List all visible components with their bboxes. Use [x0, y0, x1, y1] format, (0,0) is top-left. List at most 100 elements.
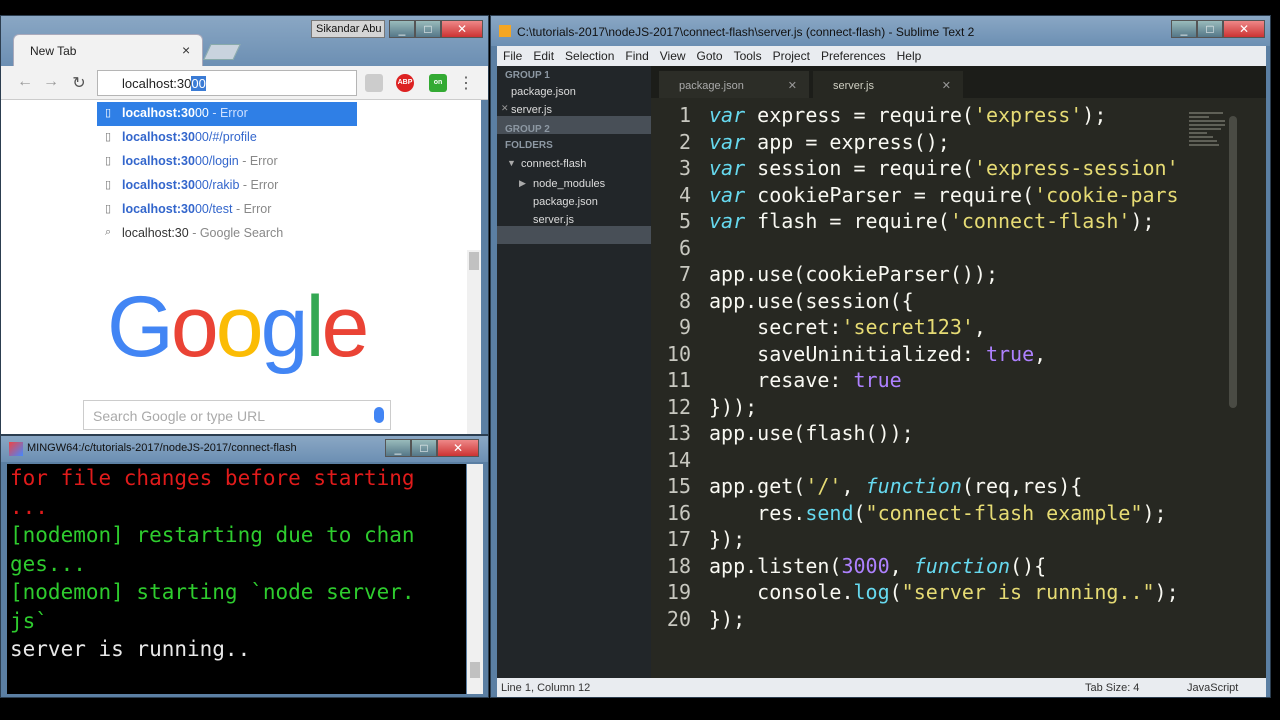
address-bar[interactable]: localhost:3000	[97, 70, 357, 96]
code-line: var express = require('express');	[709, 102, 1249, 129]
code-token: (	[889, 580, 902, 604]
terminal-line: for file changes before starting	[10, 466, 415, 490]
terminal-scroll-thumb[interactable]	[470, 662, 480, 678]
code-line: app.get('/', function(req,res){	[709, 473, 1249, 500]
suggestion-item[interactable]: ▯ localhost:3000/#/profile	[97, 126, 357, 150]
menu-edit[interactable]: Edit	[527, 46, 559, 63]
terminal-scrollbar[interactable]	[467, 464, 483, 694]
code-token: var	[709, 103, 746, 127]
code-token: var	[709, 156, 746, 180]
forward-icon[interactable]: →	[41, 73, 61, 91]
suggestion-item[interactable]: ▯ localhost:3000/login - Error	[97, 150, 357, 174]
menu-icon[interactable]: ⋮	[456, 73, 476, 93]
toggle-extension-icon[interactable]: on	[429, 74, 447, 92]
terminal-minimize-button[interactable]: _	[385, 439, 411, 457]
code-line: saveUninitialized: true,	[709, 341, 1249, 368]
code-token: 3000	[841, 553, 890, 578]
suggestion-rest: 00/test	[194, 202, 233, 216]
code-token: ,	[841, 474, 866, 498]
sidebar-file-server-js[interactable]: server.js	[533, 214, 574, 226]
new-tab-button[interactable]	[203, 44, 241, 60]
menu-goto[interactable]: Goto	[691, 46, 728, 63]
sidebar-folder-node-modules[interactable]: node_modules	[533, 178, 605, 190]
menu-help[interactable]: Help	[891, 46, 927, 63]
terminal-output[interactable]: for file changes before starting... [node…	[7, 464, 466, 694]
suggestion-note: - Error	[232, 202, 272, 216]
code-token: secret:	[709, 315, 842, 339]
tab-close-icon[interactable]: ✕	[942, 79, 951, 92]
code-line: app.use(cookieParser());	[709, 261, 1249, 288]
tab-new-tab[interactable]: New Tab ×	[13, 34, 203, 66]
suggestion-search[interactable]: ⌕ localhost:30 - Google Search	[97, 222, 357, 246]
reload-icon[interactable]: ↻	[69, 73, 89, 93]
code-line: app.use(session({	[709, 288, 1249, 315]
code-token: 'secret123'	[841, 315, 974, 339]
sidebar-open-server-js[interactable]: server.js	[511, 104, 552, 116]
editor-close-button[interactable]: ✕	[1223, 20, 1265, 38]
code-area[interactable]: var express = require('express'); var app…	[709, 102, 1249, 632]
line-number: 8	[678, 288, 691, 313]
folder-expand-icon[interactable]: ▼	[507, 158, 516, 168]
suggestion-item[interactable]: ▯ localhost:3000/rakib - Error	[97, 174, 357, 198]
logo-letter: o	[170, 279, 219, 375]
menu-find[interactable]: Find	[619, 46, 653, 63]
scrollbar-thumb[interactable]	[469, 252, 479, 270]
terminal-line: js`	[10, 608, 48, 633]
tab-close-icon[interactable]: ✕	[788, 79, 797, 92]
menu-view[interactable]: View	[654, 46, 691, 63]
code-line: app.listen(3000, function(){	[709, 553, 1249, 580]
menu-file[interactable]: File	[497, 46, 527, 63]
search-input[interactable]: Search Google or type URL	[83, 400, 391, 430]
logo-letter: e	[321, 279, 370, 375]
terminal-close-button[interactable]: ✕	[437, 439, 479, 457]
menu-selection[interactable]: Selection	[559, 46, 619, 63]
menu-preferences[interactable]: Preferences	[815, 46, 891, 63]
code-token: 'connect-flash'	[949, 209, 1131, 233]
search-icon: ⌕	[105, 226, 112, 238]
extension-icon[interactable]	[365, 74, 383, 92]
tab-close-icon[interactable]: ×	[182, 42, 190, 58]
menu-project[interactable]: Project	[767, 46, 815, 63]
sidebar-folder-file-highlight	[497, 226, 651, 244]
status-tab-size[interactable]: Tab Size: 4	[1085, 682, 1139, 694]
tab-server-js[interactable]: server.js ✕	[813, 71, 963, 98]
maximize-button[interactable]: □	[415, 20, 441, 38]
code-token: app.listen(	[709, 553, 842, 578]
tab-package-json[interactable]: package.json ✕	[659, 71, 809, 98]
code-editor[interactable]: package.json ✕ server.js ✕ 1 2 3 4 5 6 7 8 9 10 11 12…	[651, 66, 1266, 686]
suggestion-item[interactable]: ▯ localhost:3000/test - Error	[97, 198, 357, 222]
minimize-button[interactable]: _	[389, 20, 415, 38]
editor-minimize-button[interactable]: _	[1171, 20, 1197, 38]
editor-scrollbar[interactable]	[1229, 116, 1237, 408]
line-number: 10	[666, 341, 691, 366]
back-icon[interactable]: ←	[15, 73, 35, 91]
editor-tabbar: package.json ✕ server.js ✕	[651, 66, 1266, 98]
code-token: log	[853, 580, 890, 604]
terminal-maximize-button[interactable]: □	[411, 439, 437, 457]
status-syntax[interactable]: JavaScript	[1187, 682, 1238, 694]
code-token: app = express();	[745, 129, 950, 154]
code-line: var app = express();	[709, 129, 1249, 156]
sidebar-folder-connect-flash[interactable]: connect-flash	[521, 158, 586, 170]
close-button[interactable]: ✕	[441, 20, 483, 38]
code-line: });	[709, 606, 1249, 633]
code-token: '/'	[805, 474, 842, 498]
suggestion-note: - Google Search	[188, 226, 284, 240]
sidebar-file-package-json[interactable]: package.json	[533, 196, 598, 208]
folder-collapse-icon[interactable]: ▶	[519, 178, 526, 189]
code-line: res.send("connect-flash example");	[709, 500, 1249, 527]
close-icon[interactable]: ✕	[501, 103, 509, 114]
microphone-icon[interactable]	[374, 407, 384, 423]
editor-maximize-button[interactable]: □	[1197, 20, 1223, 38]
line-number: 9	[678, 315, 691, 339]
menu-tools[interactable]: Tools	[728, 46, 767, 63]
sidebar-open-package-json[interactable]: package.json	[511, 86, 576, 98]
page-scrollbar[interactable]	[467, 250, 481, 434]
profile-badge[interactable]: Sikandar Abu	[311, 20, 385, 38]
adblock-icon[interactable]: ABP	[396, 74, 414, 92]
suggestion-item[interactable]: ▯ localhost:3000 - Error	[97, 102, 357, 126]
code-token: var	[709, 129, 746, 154]
suggestion-match: localhost:30	[122, 130, 195, 144]
search-placeholder: Search Google or type URL	[93, 408, 265, 424]
minimap[interactable]	[1189, 112, 1227, 152]
